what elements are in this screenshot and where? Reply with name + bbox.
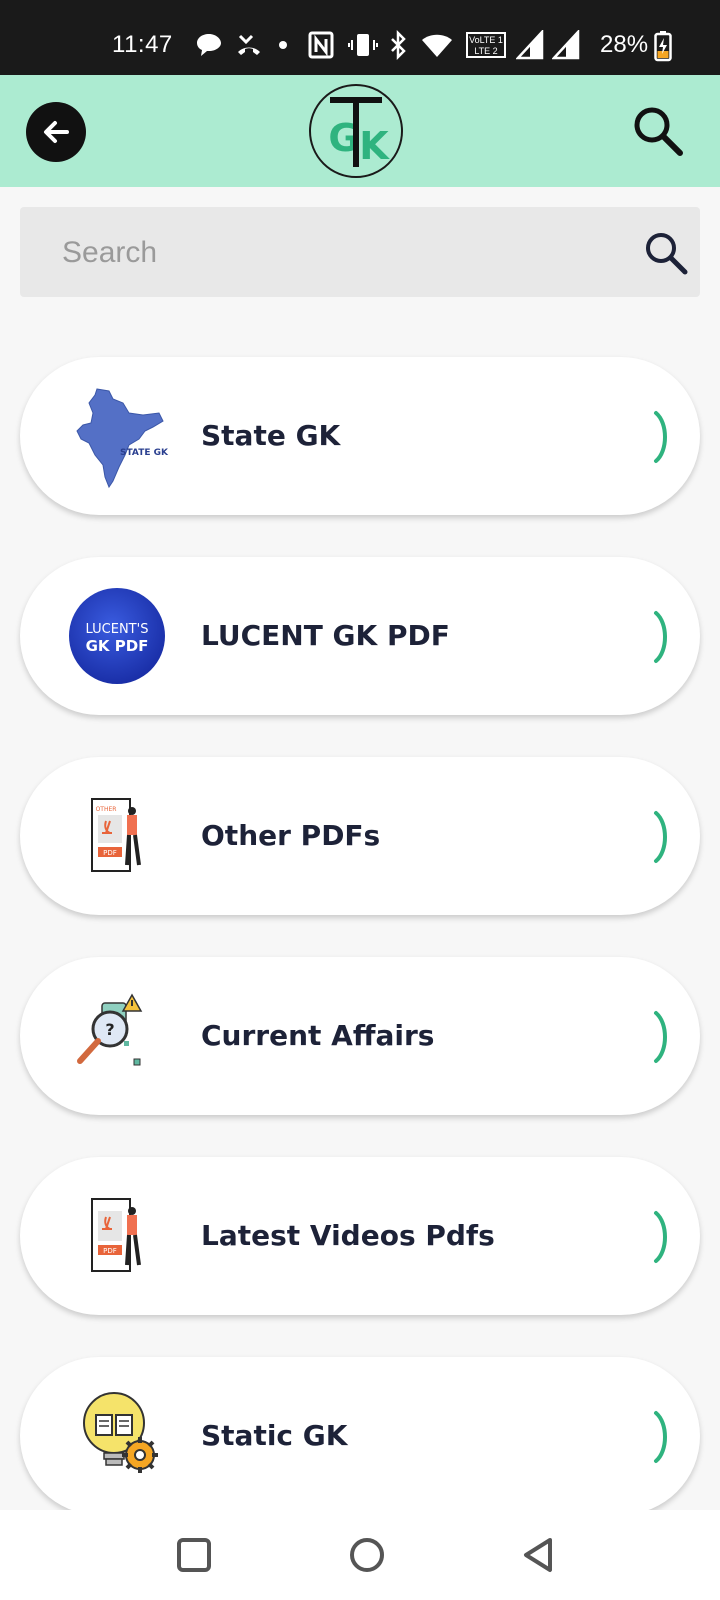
pdf-label: PDF xyxy=(103,1247,117,1255)
volte-icon: VoLTE 1LTE 2 xyxy=(466,32,506,58)
lucent-badge-text-1: LUCENT'S xyxy=(86,622,149,637)
category-label: Latest Videos Pdfs xyxy=(201,1219,495,1252)
app-logo: G K xyxy=(309,84,403,178)
book-bulb-gear-icon xyxy=(83,1392,158,1473)
status-bar: 11:47 VoLTE 1 LTE 2 28% xyxy=(0,0,720,75)
svg-text:K: K xyxy=(359,124,390,168)
magnifier-question-icon: ? xyxy=(77,993,143,1066)
other-pdfs-icon-text: OTHER xyxy=(96,806,117,813)
lucent-gk-pdf-badge: LUCENT'S GK PDF xyxy=(69,588,165,684)
category-card-state-gk[interactable]: STATE GK State GK xyxy=(20,357,700,515)
dot-icon xyxy=(279,41,287,49)
volte-label-1: VoLTE 1 xyxy=(469,35,503,45)
category-card-latest-videos-pdfs[interactable]: PDF Latest Videos Pdfs xyxy=(20,1157,700,1315)
status-time: 11:47 xyxy=(112,31,173,58)
recents-square-icon[interactable] xyxy=(171,1532,217,1578)
question-mark: ? xyxy=(105,1020,114,1039)
category-card-other-pdfs[interactable]: OTHER PDF Other PDFs xyxy=(20,757,700,915)
vibrate-icon xyxy=(348,34,378,56)
india-map-icon: STATE GK xyxy=(76,388,169,489)
search-icon[interactable] xyxy=(630,103,686,159)
category-label: Other PDFs xyxy=(201,819,381,852)
category-label: LUCENT GK PDF xyxy=(201,619,450,652)
back-triangle-icon[interactable] xyxy=(516,1532,562,1578)
wifi-icon xyxy=(422,34,452,57)
state-gk-icon-text: STATE GK xyxy=(120,448,169,458)
lucent-badge-text-2: GK PDF xyxy=(86,637,149,655)
category-card-lucent-gk-pdf[interactable]: LUCENT'S GK PDF LUCENT GK PDF xyxy=(20,557,700,715)
chevron-right-icon xyxy=(654,1211,667,1263)
system-nav-bar xyxy=(0,1510,720,1600)
volte-label-2: LTE 2 xyxy=(474,46,497,56)
missed-call-icon xyxy=(238,34,260,55)
category-label: Current Affairs xyxy=(201,1019,435,1052)
chevron-right-icon xyxy=(654,611,667,663)
category-card-static-gk[interactable]: Static GK xyxy=(20,1357,700,1515)
chevron-right-icon xyxy=(654,1411,667,1463)
search-bar xyxy=(20,207,700,297)
nfc-icon xyxy=(308,31,334,59)
pdf-document-person-icon: OTHER PDF xyxy=(91,798,141,872)
category-label: State GK xyxy=(201,419,341,452)
battery-percentage: 28% xyxy=(600,31,649,58)
search-icon[interactable] xyxy=(642,229,690,277)
pdf-document-person-icon: PDF xyxy=(91,1198,141,1272)
signal-icon xyxy=(552,30,580,60)
signal-icon xyxy=(516,30,544,60)
back-button[interactable] xyxy=(26,102,86,162)
chevron-right-icon xyxy=(654,1011,667,1063)
pdf-label: PDF xyxy=(103,849,117,857)
home-circle-icon[interactable] xyxy=(344,1532,390,1578)
category-label: Static GK xyxy=(201,1419,348,1452)
chevron-right-icon xyxy=(654,411,667,463)
battery-charging-icon xyxy=(654,31,672,62)
app-header: G K xyxy=(0,75,720,187)
search-input[interactable] xyxy=(60,229,604,277)
arrow-left-icon xyxy=(44,121,69,143)
bluetooth-icon xyxy=(391,30,406,60)
chat-bubble-icon xyxy=(197,34,221,56)
chevron-right-icon xyxy=(654,811,667,863)
category-card-current-affairs[interactable]: ? Current Affairs xyxy=(20,957,700,1115)
